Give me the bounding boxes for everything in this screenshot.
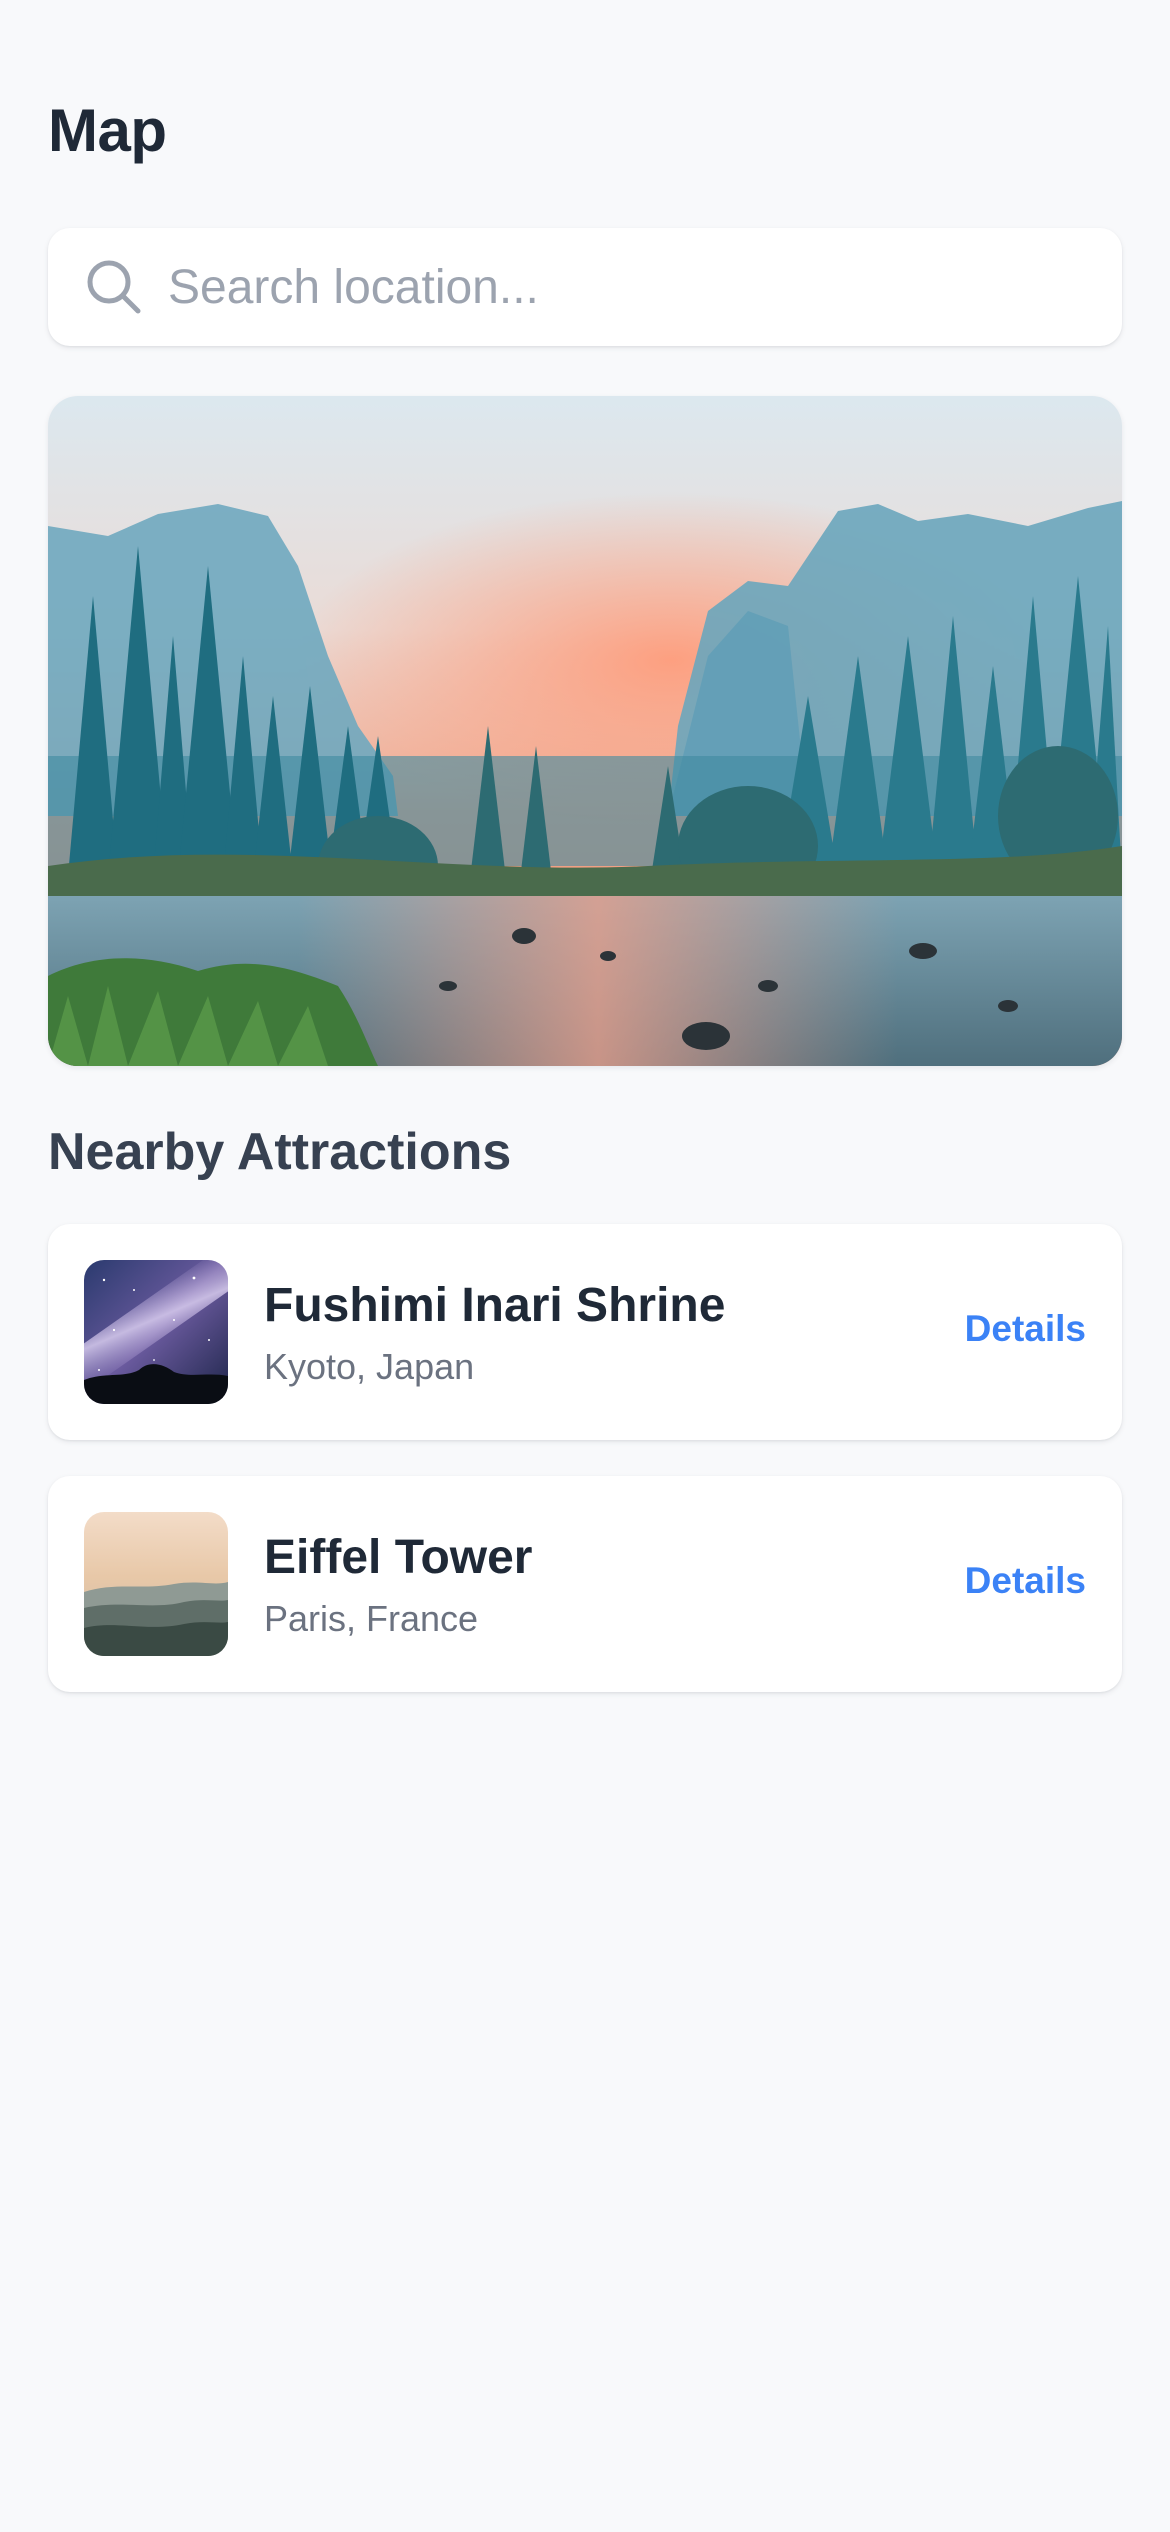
attraction-card: Eiffel Tower Paris, France Details bbox=[48, 1476, 1122, 1692]
attraction-name: Fushimi Inari Shrine bbox=[264, 1279, 726, 1332]
map-screen: Map Search location... Nearby Attraction… bbox=[0, 0, 1170, 2532]
section-title-nearby: Nearby Attractions bbox=[48, 1123, 512, 1181]
attraction-name: Eiffel Tower bbox=[264, 1531, 533, 1584]
search-bar[interactable] bbox=[48, 228, 1122, 346]
attraction-thumbnail bbox=[84, 1512, 228, 1656]
details-button[interactable]: Details bbox=[965, 1560, 1086, 1602]
attraction-card: Fushimi Inari Shrine Kyoto, Japan Detail… bbox=[48, 1224, 1122, 1440]
attraction-location: Paris, France bbox=[264, 1598, 479, 1639]
hero-landscape-image bbox=[48, 396, 1122, 1066]
attraction-location: Kyoto, Japan bbox=[264, 1346, 475, 1387]
details-button[interactable]: Details bbox=[965, 1308, 1086, 1350]
search-icon bbox=[84, 257, 144, 317]
page-title: Map bbox=[48, 97, 167, 164]
search-input[interactable] bbox=[166, 258, 1070, 316]
attraction-thumbnail bbox=[84, 1260, 228, 1404]
